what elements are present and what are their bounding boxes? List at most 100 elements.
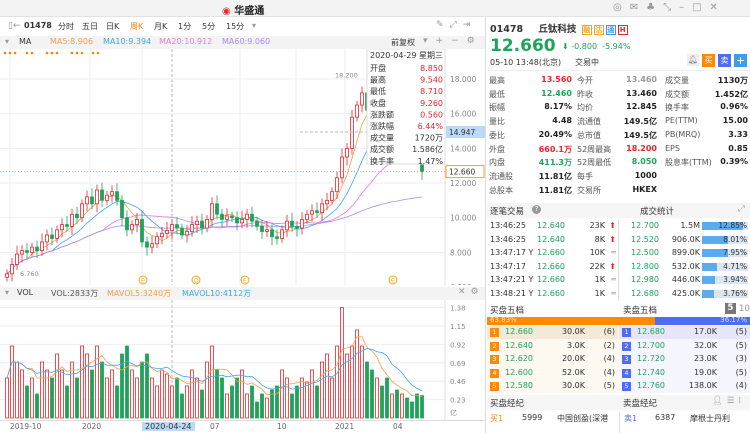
period-tab-6[interactable]: 5分 <box>202 21 215 32</box>
signal-dot <box>13 51 17 55</box>
volume-bar <box>265 397 269 419</box>
ask-level-row[interactable]: 5 12.760 138.0K (4) <box>619 380 750 393</box>
trade-price: 12.640 <box>537 221 565 230</box>
adjust-dropdown[interactable]: 前复权 <box>391 37 415 48</box>
minus-icon[interactable]: − <box>451 36 467 46</box>
volume-bar <box>340 307 344 419</box>
vol-legend: ▾ VOL VOL:2833万 MAVOL5:3240万 MAVOL10:411… <box>0 287 485 300</box>
ma5-value: MA5:8.906 <box>50 37 94 46</box>
close-icon[interactable]: ✕ <box>458 287 471 297</box>
trade-price: 12.660 <box>537 288 565 298</box>
period-tab-0[interactable]: 分时 <box>58 21 74 32</box>
exit-icon[interactable]: ⇥ <box>463 20 477 30</box>
period-tab-5[interactable]: 1分 <box>178 21 191 32</box>
buy-button[interactable]: 买 <box>702 54 715 67</box>
pencil-icon[interactable]: ✎ <box>436 20 450 30</box>
grid-icon[interactable]: ⁞ <box>738 396 745 406</box>
level-number: 2 <box>490 341 499 351</box>
ask-level-row[interactable]: 1 12.680 17.0K (5) <box>619 326 750 339</box>
volume-bar <box>260 393 264 419</box>
period-tab-2[interactable]: 日K <box>106 21 119 32</box>
candle-body <box>5 273 9 278</box>
add-watchlist-button[interactable]: + <box>734 54 747 67</box>
volume-bar <box>375 377 379 419</box>
close-icon[interactable]: ✕ <box>710 2 726 13</box>
bid-broker-name[interactable]: 中国创盈(深港 <box>557 413 608 424</box>
bid-level-row[interactable]: 1 12.660 30.0K (6) <box>487 326 618 339</box>
stat-value: 8.17% <box>544 102 572 112</box>
ma10-value: MA10:9.394 <box>103 37 152 46</box>
dropdown-icon[interactable]: ▾ <box>423 36 436 46</box>
ask-level-row[interactable]: 4 12.740 19.0K (5) <box>619 367 750 380</box>
ma-label[interactable]: MA <box>19 37 31 46</box>
collapse-sidebar-icon[interactable]: ▯← <box>8 21 21 31</box>
depth-10-toggle[interactable]: 10 <box>739 304 750 314</box>
ask-level-row[interactable]: 2 12.700 32.0K (5) <box>619 340 750 353</box>
chart-tools: ✎⤢⇥ <box>436 20 476 30</box>
candle-body <box>350 116 354 149</box>
bid-level-row[interactable]: 3 12.620 20.0K (4) <box>487 353 618 366</box>
stat-bar: 8.01% <box>702 235 748 244</box>
volume-bar <box>350 345 354 419</box>
shrink-icon[interactable]: ⤡ <box>663 2 679 13</box>
volume-bar <box>180 393 184 419</box>
weibo-logo-icon: ◉ <box>222 6 231 17</box>
signal-dot <box>70 51 74 55</box>
candle-body <box>85 196 89 205</box>
vol-dropdown-icon[interactable]: ▾ <box>5 288 9 297</box>
stat-bar: 4.71% <box>702 262 748 271</box>
minimize-icon[interactable]: – <box>679 2 692 13</box>
level-number: 5 <box>490 382 499 391</box>
volume-bar <box>240 369 244 419</box>
vol-label[interactable]: VOL <box>17 288 33 297</box>
candlestick-chart[interactable]: 18.000 16.000 14.000 12.000 10.000 8.000 6.000… <box>0 49 485 285</box>
help-icon[interactable]: ? <box>532 205 541 214</box>
plus-icon[interactable]: + <box>436 36 452 46</box>
bid-level-row[interactable]: 4 12.600 52.0K (4) <box>487 367 618 380</box>
candle-body <box>105 194 109 201</box>
level-price: 12.720 <box>637 354 665 363</box>
sell-button[interactable]: 卖 <box>718 54 731 67</box>
candle-body <box>80 203 84 219</box>
volume-bar <box>420 395 424 419</box>
shirt-icon[interactable]: ♣ <box>646 2 663 13</box>
volume-bar <box>135 377 139 419</box>
trade-row: 13:46:25 12.640 23K ⬆ <box>487 220 619 233</box>
chart-toolbar: ▯← 01478 分时 五日 日K 周K 月K 1分 5分 15分 ▾ ✎⤢⇥ <box>0 17 485 36</box>
period-tab-1[interactable]: 五日 <box>82 21 98 32</box>
period-tab-4[interactable]: 月K <box>154 21 167 32</box>
person-icon[interactable]: 👤︎ <box>712 396 727 406</box>
ask-broker-id[interactable]: 6387 <box>655 413 675 422</box>
period-tab-7[interactable]: 15分 <box>226 21 244 32</box>
mavol10-value: MAVOL10:4112万 <box>182 289 252 298</box>
stat-label: 流通股 <box>489 171 513 181</box>
bid-ask-ratio-bar: 63.83% 36.17% <box>487 316 750 325</box>
settings-icon[interactable]: ⚙ <box>467 36 483 46</box>
alert-icon[interactable]: 🔔︎ <box>687 54 699 66</box>
ask-levels: 1 12.680 17.0K (5) 2 12.700 32.0K (5) 3 12.720 23.… <box>619 325 750 393</box>
ask-broker-name[interactable]: 摩根士丹利 <box>690 413 730 424</box>
date-tick: 2020 <box>82 422 102 431</box>
ma-dropdown-icon[interactable]: ▾ <box>5 37 9 46</box>
bid-level-row[interactable]: 5 12.580 30.0K (5) <box>487 380 618 393</box>
period-more-icon[interactable]: ▾ <box>252 21 256 30</box>
settings-icon[interactable]: ⚙ <box>471 287 484 297</box>
price-change: ⬇ -0.800 -5.94% <box>562 42 630 51</box>
headset-icon[interactable]: ◎ <box>613 2 630 13</box>
maximize-icon[interactable]: □ <box>692 2 709 13</box>
volume-bar <box>160 369 164 419</box>
mail-icon[interactable]: ✉ <box>630 2 646 13</box>
list-icon[interactable]: ☰ <box>727 396 739 406</box>
fullscreen-icon[interactable]: ⤢ <box>450 20 463 30</box>
bid-level-row[interactable]: 2 12.640 3.0K (2) <box>487 340 618 353</box>
volume-bar <box>5 377 9 419</box>
ask-level-row[interactable]: 3 12.720 23.0K (3) <box>619 353 750 366</box>
bid-broker-id[interactable]: 5999 <box>522 413 542 422</box>
candle-body <box>75 213 79 219</box>
volume-chart[interactable]: 1.38 1.15 0.92 0.69 0.46 0.23 亿 <box>0 300 485 420</box>
period-tab-3[interactable]: 周K <box>130 21 143 32</box>
divider <box>619 412 620 433</box>
expand-icon[interactable]: ⤢ <box>738 204 745 214</box>
depth-5-toggle[interactable]: 5 <box>725 303 736 314</box>
volume-bar <box>345 353 349 419</box>
